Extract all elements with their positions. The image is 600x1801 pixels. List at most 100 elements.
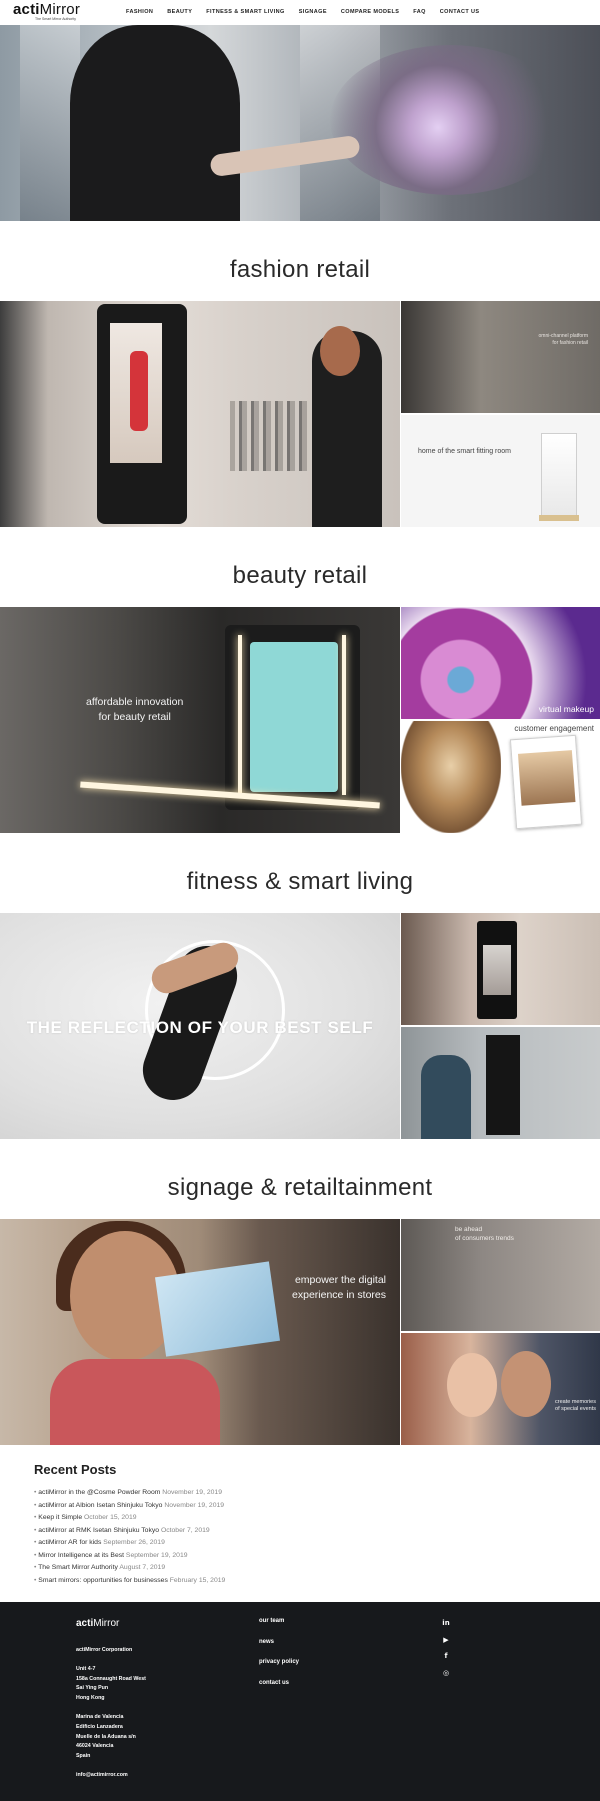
actimirror-logo[interactable]: actiMirror The Smart Mirror Authority xyxy=(13,1,81,22)
footer-link-news[interactable]: news xyxy=(259,1639,299,1645)
company-name: actiMirror Corporation xyxy=(76,1647,133,1653)
post-link[interactable]: actiMirror AR for kids xyxy=(38,1539,101,1546)
footer-link-privacy-policy[interactable]: privacy policy xyxy=(259,1659,299,1665)
post-date: February 15, 2019 xyxy=(169,1576,226,1584)
post-link[interactable]: Mirror Intelligence at its Best xyxy=(38,1552,124,1559)
address-spain: Marina de Valencia Edificio Lanzadera Mu… xyxy=(76,1713,136,1760)
main-menu: FASHION BEAUTY FITNESS & SMART LIVING SI… xyxy=(126,9,493,15)
section-title-fitness: fitness & smart living xyxy=(186,868,414,895)
post-link[interactable]: actiMirror at Albion Isetan Shinjuku Tok… xyxy=(38,1502,162,1509)
fitness-mirror-screen xyxy=(483,945,511,995)
fitness-home-tile[interactable] xyxy=(401,1027,600,1139)
nav-link-compare-models[interactable]: COMPARE MODELS xyxy=(341,9,399,15)
signage-main-caption: empower the digital experience in stores xyxy=(292,1274,386,1301)
woman-selfie-face xyxy=(447,1353,497,1417)
list-item: Mirror Intelligence at its Best Septembe… xyxy=(34,1550,225,1563)
recent-posts-list: actiMirror in the @Cosme Powder Room Nov… xyxy=(34,1487,225,1587)
post-date: September 19, 2019 xyxy=(125,1551,188,1559)
address-hong-kong: Unit 4-7 158a Connaught Road West Sai Yi… xyxy=(76,1665,146,1702)
nav-link-fashion[interactable]: FASHION xyxy=(126,9,153,15)
list-item: Keep it Simple October 15, 2019 xyxy=(34,1512,225,1525)
logo-tagline: The Smart Mirror Authority xyxy=(35,17,77,21)
recent-posts-heading: Recent Posts xyxy=(34,1462,117,1477)
site-footer: actiMirror actiMirror Corporation Unit 4… xyxy=(0,1602,600,1801)
footer-social-icons: in ▶ f ◎ xyxy=(441,1618,451,1684)
vanity-screen xyxy=(250,642,338,792)
home-mirror xyxy=(486,1035,520,1135)
fashion-fitting-room-tile[interactable]: home of the smart fitting room xyxy=(401,415,600,527)
fashion-tile-caption: omni-channel platform for fashion retail xyxy=(538,333,588,346)
post-link[interactable]: Smart mirrors: opportunities for busines… xyxy=(38,1577,168,1584)
youtube-icon[interactable]: ▶ xyxy=(441,1635,451,1645)
list-item: actiMirror in the @Cosme Powder Room Nov… xyxy=(34,1487,225,1500)
post-link[interactable]: actiMirror in the @Cosme Powder Room xyxy=(38,1489,160,1496)
fitness-yoga-tile[interactable] xyxy=(401,913,600,1025)
vanity-light-left xyxy=(238,635,242,795)
top-navigation-bar: actiMirror The Smart Mirror Authority FA… xyxy=(0,0,600,25)
post-date: October 7, 2019 xyxy=(160,1526,210,1534)
section-title-fashion: fashion retail xyxy=(229,256,371,283)
nav-link-faq[interactable]: FAQ xyxy=(413,9,426,15)
nav-link-signage[interactable]: SIGNAGE xyxy=(299,9,327,15)
footer-link-contact-us[interactable]: contact us xyxy=(259,1680,299,1686)
fitness-main-tile[interactable]: THE REFLECTION OF YOUR BEST SELF xyxy=(0,913,400,1139)
fashion-omnichannel-tile[interactable]: omni-channel platform for fashion retail xyxy=(401,301,600,413)
curly-hair-photo xyxy=(401,721,501,833)
mirror-base xyxy=(539,515,579,521)
instagram-icon[interactable]: ◎ xyxy=(441,1668,451,1678)
floral-top xyxy=(50,1359,220,1445)
post-link[interactable]: actiMirror at RMK Isetan Shinjuku Tokyo xyxy=(38,1527,159,1534)
post-link[interactable]: The Smart Mirror Authority xyxy=(38,1564,118,1571)
section-title-beauty: beauty retail xyxy=(232,562,368,589)
fitness-main-caption: THE REFLECTION OF YOUR BEST SELF xyxy=(26,1018,374,1037)
beauty-engagement-tile[interactable]: customer engagement xyxy=(401,721,600,833)
hero-banner-image xyxy=(0,25,600,221)
nav-link-beauty[interactable]: BEAUTY xyxy=(167,9,192,15)
beauty-main-tile[interactable]: affordable innovation for beauty retail xyxy=(0,607,400,833)
fitting-room-caption: home of the smart fitting room xyxy=(418,448,511,455)
signage-memories-tile[interactable]: create memories of special events xyxy=(401,1333,600,1445)
footer-logo[interactable]: actiMirror xyxy=(76,1618,119,1629)
list-item: The Smart Mirror Authority August 7, 201… xyxy=(34,1562,225,1575)
clothing-rack xyxy=(230,401,310,471)
customer-engagement-caption: customer engagement xyxy=(514,724,594,733)
hero-woman-figure xyxy=(70,25,240,221)
nav-link-contact-us[interactable]: CONTACT US xyxy=(440,9,480,15)
footer-link-our-team[interactable]: our team xyxy=(259,1618,299,1624)
man-selfie-face xyxy=(501,1351,551,1417)
red-dress-figure xyxy=(130,351,148,431)
vanity-light-right xyxy=(342,635,346,795)
footer-contact-info: actiMirror Corporation Unit 4-7 158a Con… xyxy=(76,1646,146,1781)
facebook-icon[interactable]: f xyxy=(441,1651,451,1661)
linkedin-icon[interactable]: in xyxy=(441,1618,451,1628)
standing-mirror xyxy=(541,433,577,519)
consumer-trends-caption: be ahead of consumers trends xyxy=(455,1226,514,1242)
post-date: October 15, 2019 xyxy=(84,1514,137,1521)
beauty-makeup-tile[interactable]: virtual makeup xyxy=(401,607,600,719)
post-date: November 19, 2019 xyxy=(164,1501,225,1509)
hero-mirror-glow xyxy=(330,45,570,195)
email-link[interactable]: info@actimirror.com xyxy=(76,1771,146,1781)
interactive-screen xyxy=(154,1261,281,1357)
fashion-main-tile[interactable] xyxy=(0,301,400,527)
list-item: actiMirror AR for kids September 26, 201… xyxy=(34,1537,225,1550)
woman-head xyxy=(320,326,360,376)
man-figure xyxy=(421,1055,471,1139)
social-post-card xyxy=(509,734,583,830)
post-photo xyxy=(517,750,576,806)
memories-caption: create memories of special events xyxy=(555,1399,596,1412)
section-title-signage: signage & retailtainment xyxy=(167,1174,433,1201)
nav-link-fitness[interactable]: FITNESS & SMART LIVING xyxy=(206,9,284,15)
list-item: Smart mirrors: opportunities for busines… xyxy=(34,1575,225,1588)
post-date: August 7, 2019 xyxy=(119,1564,166,1571)
logo-text: actiMirror xyxy=(13,1,81,18)
list-item: actiMirror at RMK Isetan Shinjuku Tokyo … xyxy=(34,1525,225,1538)
post-date: September 26, 2019 xyxy=(103,1539,165,1546)
post-link[interactable]: Keep it Simple xyxy=(38,1514,82,1521)
beauty-main-caption: affordable innovation for beauty retail xyxy=(86,696,184,723)
signage-trends-tile[interactable]: be ahead of consumers trends xyxy=(401,1219,600,1331)
signage-main-tile[interactable]: empower the digital experience in stores xyxy=(0,1219,400,1445)
list-item: actiMirror at Albion Isetan Shinjuku Tok… xyxy=(34,1500,225,1513)
footer-links: our team news privacy policy contact us xyxy=(259,1618,299,1700)
post-date: November 19, 2019 xyxy=(162,1489,222,1496)
